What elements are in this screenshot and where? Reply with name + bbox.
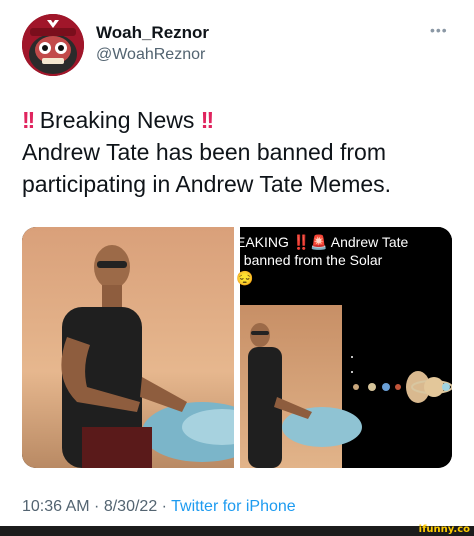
meta-separator: · <box>157 498 172 515</box>
tweet-meta: 10:36 AM · 8/30/22 · Twitter for iPhone <box>22 498 296 516</box>
avatar-image <box>22 14 84 76</box>
user-handle[interactable]: @WoahReznor <box>96 46 205 64</box>
footer-bar <box>0 526 474 536</box>
tweet-date[interactable]: 8/30/22 <box>104 498 157 515</box>
tweet-time[interactable]: 10:36 AM <box>22 498 90 515</box>
tweet-source-link[interactable]: Twitter for iPhone <box>171 498 296 515</box>
double-exclamation-icon: !! <box>200 107 214 133</box>
tweet-line-3: participating in Andrew Tate Memes. <box>22 171 392 197</box>
tweet-text: !! Breaking News !! Andrew Tate has been… <box>22 104 462 200</box>
meme-caption-line2: t banned from the Solar <box>236 252 383 268</box>
meta-separator: · <box>89 498 104 515</box>
display-name[interactable]: Woah_Reznor <box>96 23 209 43</box>
double-exclamation-icon: !! <box>22 107 35 133</box>
meme-caption-line3: 😔 <box>236 270 254 286</box>
tweet-line-headline: !! Breaking News !! <box>22 104 462 136</box>
ellipsis-icon[interactable]: ••• <box>430 22 448 38</box>
meme-caption-line1: EAKING ‼️🚨 Andrew Tate <box>236 234 409 250</box>
tweet-line-2: Andrew Tate has been banned from <box>22 139 386 165</box>
headline-text: Breaking News <box>33 107 195 133</box>
watermark-logo: ifunny.co <box>418 524 470 535</box>
meme-caption: EAKING ‼️🚨 Andrew Tate t banned from the… <box>236 233 452 287</box>
avatar[interactable] <box>22 14 84 76</box>
tweet-media-image[interactable]: EAKING ‼️🚨 Andrew Tate t banned from the… <box>22 227 452 468</box>
